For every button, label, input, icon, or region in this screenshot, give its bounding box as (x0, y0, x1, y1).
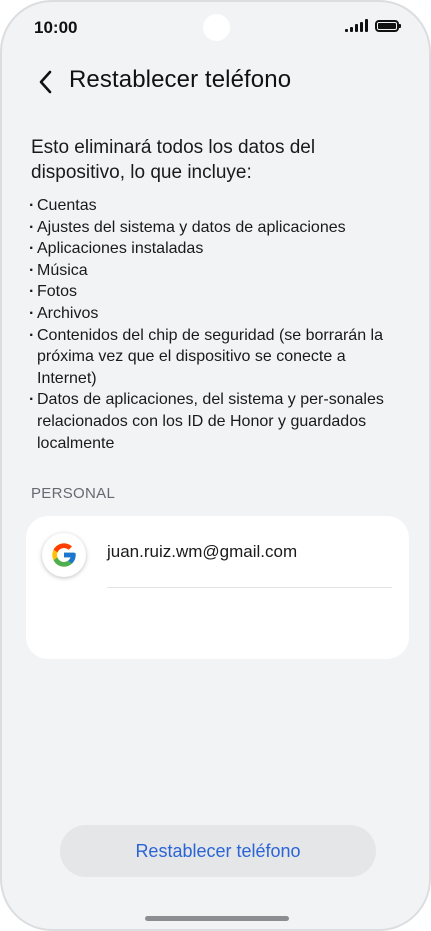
camera-cutout (203, 14, 230, 41)
account-email: juan.ruiz.wm@gmail.com (107, 542, 298, 561)
accounts-card: juan.ruiz.wm@gmail.com (26, 516, 409, 659)
divider (107, 587, 392, 588)
status-icons (345, 19, 401, 32)
back-button[interactable] (32, 67, 58, 97)
list-item: Aplicaciones instaladas (29, 238, 401, 260)
intro-text: Esto eliminará todos los datos del dispo… (31, 137, 316, 183)
status-time: 10:00 (34, 18, 78, 37)
list-item: Música (29, 260, 401, 282)
list-item: Cuentas (29, 195, 401, 217)
list-item: Fotos (29, 281, 401, 303)
list-item: Archivos (29, 303, 401, 325)
phone-screen: 10:00 Restablecer teléfono Esto eliminar… (0, 0, 431, 931)
chevron-left-icon (39, 70, 52, 94)
google-icon (42, 533, 86, 577)
section-label-personal: PERSONAL (31, 485, 116, 502)
reset-phone-button[interactable]: Restablecer teléfono (60, 825, 376, 877)
battery-icon (375, 19, 401, 32)
signal-icon (345, 19, 368, 32)
list-item: Contenidos del chip de seguridad (se bor… (29, 325, 401, 390)
page-title: Restablecer teléfono (69, 66, 292, 93)
list-item: Ajustes del sistema y datos de aplicacio… (29, 217, 401, 239)
list-item: Datos de aplicaciones, del sistema y per… (29, 389, 401, 454)
data-list: Cuentas Ajustes del sistema y datos de a… (29, 195, 401, 454)
home-indicator[interactable] (145, 916, 289, 921)
